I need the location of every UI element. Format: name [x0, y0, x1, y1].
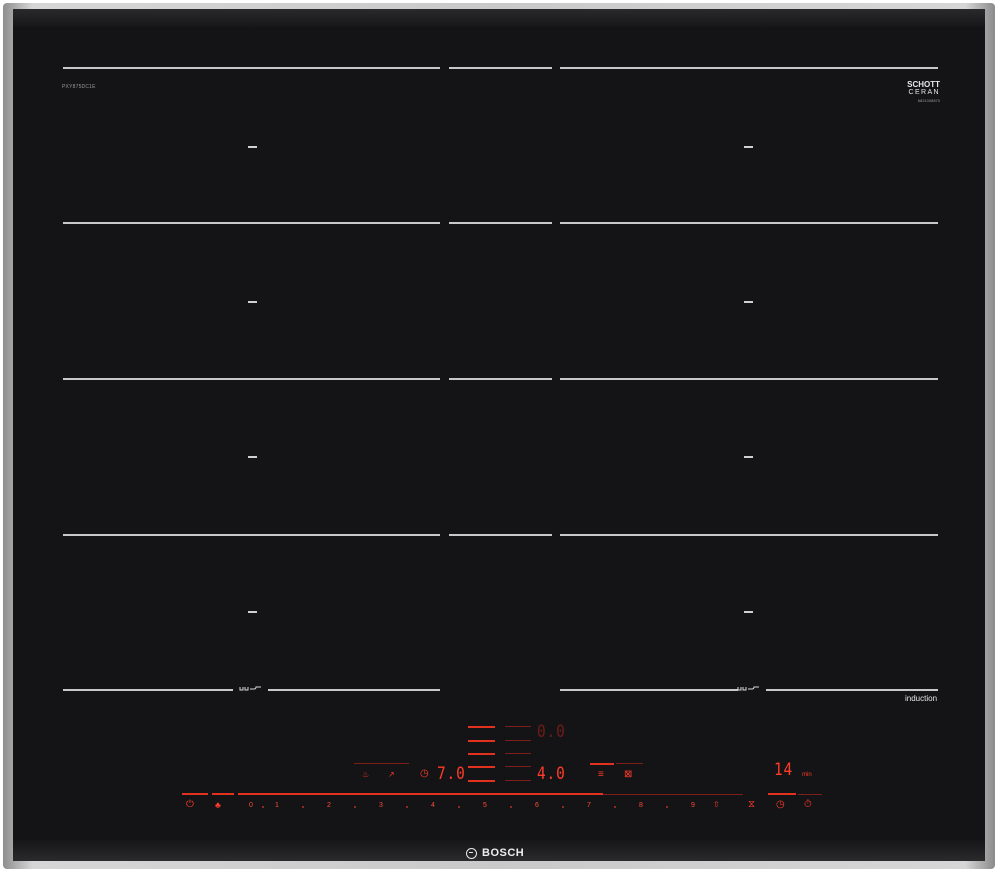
power-display-bottom: 4.0: [537, 764, 566, 784]
function-underline-left: [354, 763, 409, 764]
child-lock-icon[interactable]: ♣: [215, 800, 221, 810]
brand-name: BOSCH: [482, 847, 525, 859]
timer-display-left: 7.0: [437, 764, 466, 784]
slider-label: 1: [275, 802, 279, 809]
slider-label: 8: [639, 802, 643, 809]
slider-label: 6: [535, 802, 539, 809]
timer-display-right: 14: [774, 760, 794, 780]
keep-warm-icon[interactable]: ⊠: [624, 770, 632, 780]
boost-icon[interactable]: ↗: [388, 770, 395, 780]
timer-icon[interactable]: ◷: [420, 769, 429, 779]
power-icon[interactable]: ⏻: [186, 800, 194, 810]
timer-icon[interactable]: ◷: [776, 800, 785, 810]
brand-logo: BOSCH: [466, 847, 524, 859]
stopwatch-icon[interactable]: ⏱: [804, 800, 812, 810]
timer-unit: min: [802, 772, 812, 778]
slider-label: 7: [587, 802, 591, 809]
flexinduction-icon: [737, 686, 759, 691]
keep-warm-icon[interactable]: ♨: [362, 770, 369, 780]
slider-label: 3: [379, 802, 383, 809]
power-display-top: 0.0: [537, 722, 566, 742]
boost-icon[interactable]: ⇧: [713, 800, 720, 810]
bosch-armature-icon: [466, 847, 477, 859]
stopwatch-icon[interactable]: ⧖: [748, 800, 755, 810]
glass-surface: [13, 9, 985, 861]
slider-label: 0: [249, 802, 253, 809]
induction-label: induction: [905, 694, 938, 703]
slider-label: 9: [691, 802, 695, 809]
glass-top-edge: [13, 9, 985, 27]
slider-label: 2: [327, 802, 331, 809]
menu-icon[interactable]: ≡: [598, 770, 604, 780]
slider-label: 5: [483, 802, 487, 809]
function-underline-right: [590, 763, 614, 765]
glass-brand-logo: SCHOTT CERAN 6821008870: [907, 80, 940, 104]
flexinduction-icon: [239, 686, 261, 691]
slider-label: 4: [431, 802, 435, 809]
model-label: PXY875DC1E: [62, 84, 96, 90]
